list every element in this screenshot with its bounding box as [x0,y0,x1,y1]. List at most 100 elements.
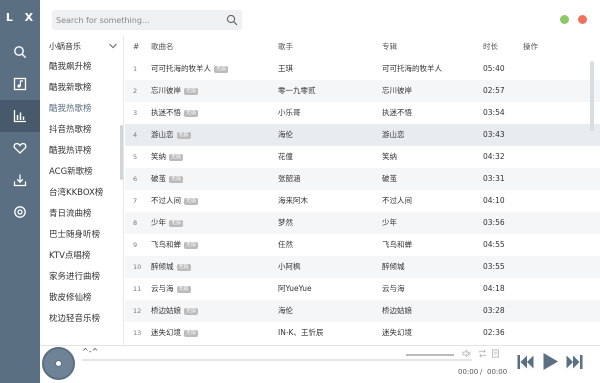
table-row[interactable]: 13 迷失幻境 无损 IN-K、王忻辰 迷失幻境 02:36 [125,322,600,344]
leaderboard-item[interactable]: 酷我热评榜 [40,141,123,162]
song-album[interactable]: 醉倾城 [382,256,477,278]
song-singer[interactable]: 任然 [278,234,378,256]
nav-favorites[interactable] [0,132,40,164]
leaderboard-item[interactable]: 酷我飙升榜 [40,57,123,78]
previous-button[interactable] [517,354,534,370]
lossless-badge: 无损 [176,286,191,293]
progress-bar[interactable] [82,359,472,361]
leaderboard-item[interactable]: 酷我热歌榜 [40,99,123,120]
song-album[interactable]: 忘川彼岸 [382,80,477,102]
table-row[interactable]: 7 不过人间 无损 海来阿木 不过人间 04:10 [125,190,600,212]
leaderboard-item[interactable]: 台湾KKBOX榜 [40,183,123,204]
header-singer: 歌手 [278,42,293,51]
play-button[interactable] [542,352,559,371]
leaderboard-item[interactable]: 巴士随身听榜 [40,225,123,246]
header-duration: 时长 [483,42,498,51]
song-name-cell: 迷失幻境 无损 [151,322,276,344]
row-index: 5 [133,153,138,161]
song-album[interactable]: 游山恋 [382,124,477,146]
lossless-badge: 无损 [184,110,199,117]
song-singer[interactable]: 零一九零贰 [278,80,378,102]
song-singer[interactable]: 阿YueYue [278,278,378,300]
album-cover[interactable] [42,347,75,380]
song-album[interactable]: 破茧 [382,168,477,190]
header-album: 专辑 [382,42,397,51]
search-input[interactable] [52,10,222,30]
row-index: 4 [133,131,138,139]
song-name: 飞鸟和蝉 [151,240,181,249]
song-duration: 04:10 [483,196,505,205]
song-singer[interactable]: 小乐哥 [278,102,378,124]
mute-icon[interactable] [462,349,471,358]
song-name: 少年 [151,218,166,227]
leaderboard-item[interactable]: 家务进行曲榜 [40,267,123,288]
minimize-button[interactable] [560,15,569,24]
table-row[interactable]: 5 笑纳 无损 花僮 笑纳 04:32 [125,146,600,168]
song-singer[interactable]: 花僮 [278,146,378,168]
table-row[interactable]: 4 游山恋 无损 海伦 游山恋 03:43 [125,124,600,146]
source-select[interactable]: 小蜗音乐 [40,36,123,57]
song-album[interactable]: 桥边姑娘 [382,300,477,322]
top-bar [40,0,600,36]
table-row[interactable]: 3 执迷不悟 无损 小乐哥 执迷不悟 03:54 [125,102,600,124]
table-row[interactable]: 11 云与海 无损 阿YueYue 云与海 04:18 [125,278,600,300]
leaderboard-item[interactable]: 青日流曲榜 [40,204,123,225]
song-singer[interactable]: 海来阿木 [278,190,378,212]
table-row[interactable]: 9 飞鸟和蝉 无损 任然 飞鸟和蝉 04:55 [125,234,600,256]
song-album[interactable]: 可可托海的牧羊人 [382,58,477,80]
song-name-cell: 忘川彼岸 无损 [151,80,276,102]
song-album[interactable]: 云与海 [382,278,477,300]
song-singer[interactable]: 小阿枫 [278,256,378,278]
song-album[interactable]: 执迷不悟 [382,102,477,124]
close-button[interactable] [578,15,587,24]
repeat-icon[interactable] [478,349,487,358]
leaderboard-item[interactable]: KTV点唱榜 [40,246,123,267]
nav-song-list[interactable] [0,68,40,100]
table-row[interactable]: 2 忘川彼岸 无损 零一九零贰 忘川彼岸 02:57 [125,80,600,102]
next-button[interactable] [566,354,583,370]
lyrics-icon[interactable] [491,349,500,358]
leaderboard-item[interactable]: 散皮修仙榜 [40,288,123,309]
volume-slider[interactable] [406,354,454,356]
nav-settings[interactable] [0,196,40,228]
nav-download[interactable] [0,164,40,196]
song-singer[interactable]: 海伦 [278,124,378,146]
song-name-cell: 笑纳 无损 [151,146,276,168]
leaderboard-item[interactable]: ACG新歌榜 [40,162,123,183]
song-singer[interactable]: 海伦 [278,300,378,322]
leaderboard-item[interactable]: 酷我新歌榜 [40,78,123,99]
search-icon[interactable] [226,14,238,26]
song-name-cell: 醉倾城 无损 [151,256,276,278]
table-row[interactable]: 8 少年 无损 梦然 少年 03:56 [125,212,600,234]
nav-search[interactable] [0,36,40,68]
song-singer[interactable]: IN-K、王忻辰 [278,322,378,344]
table-row[interactable]: 1 可可托海的牧羊人 无损 王琪 可可托海的牧羊人 05:40 [125,58,600,80]
song-album[interactable]: 不过人间 [382,190,477,212]
music-list-icon [13,77,27,91]
song-scrollbar[interactable] [590,61,594,131]
row-index: 12 [133,307,142,315]
song-singer[interactable]: 梦然 [278,212,378,234]
song-duration: 04:32 [483,152,505,161]
song-album[interactable]: 飞鸟和蝉 [382,234,477,256]
table-row[interactable]: 6 破茧 无损 张韶涵 破茧 03:31 [125,168,600,190]
nav-leaderboard[interactable] [0,100,40,132]
song-name-cell: 破茧 无损 [151,168,276,190]
app-window: L X 小蜗音乐 酷我飙升榜酷我新 [0,0,600,383]
song-album[interactable]: 少年 [382,212,477,234]
leaderboard-item[interactable]: 抖音热歌榜 [40,120,123,141]
song-name-cell: 少年 无损 [151,212,276,234]
song-singer[interactable]: 王琪 [278,58,378,80]
row-index: 1 [133,65,138,73]
leaderboard-scrollbar[interactable] [120,125,123,180]
song-name: 游山恋 [151,130,174,139]
lossless-badge: 无损 [214,66,229,73]
table-row[interactable]: 10 醉倾城 无损 小阿枫 醉倾城 03:55 [125,256,600,278]
table-row[interactable]: 12 桥边姑娘 无损 海伦 桥边姑娘 03:28 [125,300,600,322]
song-album[interactable]: 迷失幻境 [382,322,477,344]
leaderboard-item[interactable]: 枕边轻音乐榜 [40,309,123,330]
song-album[interactable]: 笑纳 [382,146,477,168]
lossless-badge: 无损 [184,242,199,249]
song-singer[interactable]: 张韶涵 [278,168,378,190]
player-bar: ^-^ 00:00 / 00:00 [40,345,600,383]
